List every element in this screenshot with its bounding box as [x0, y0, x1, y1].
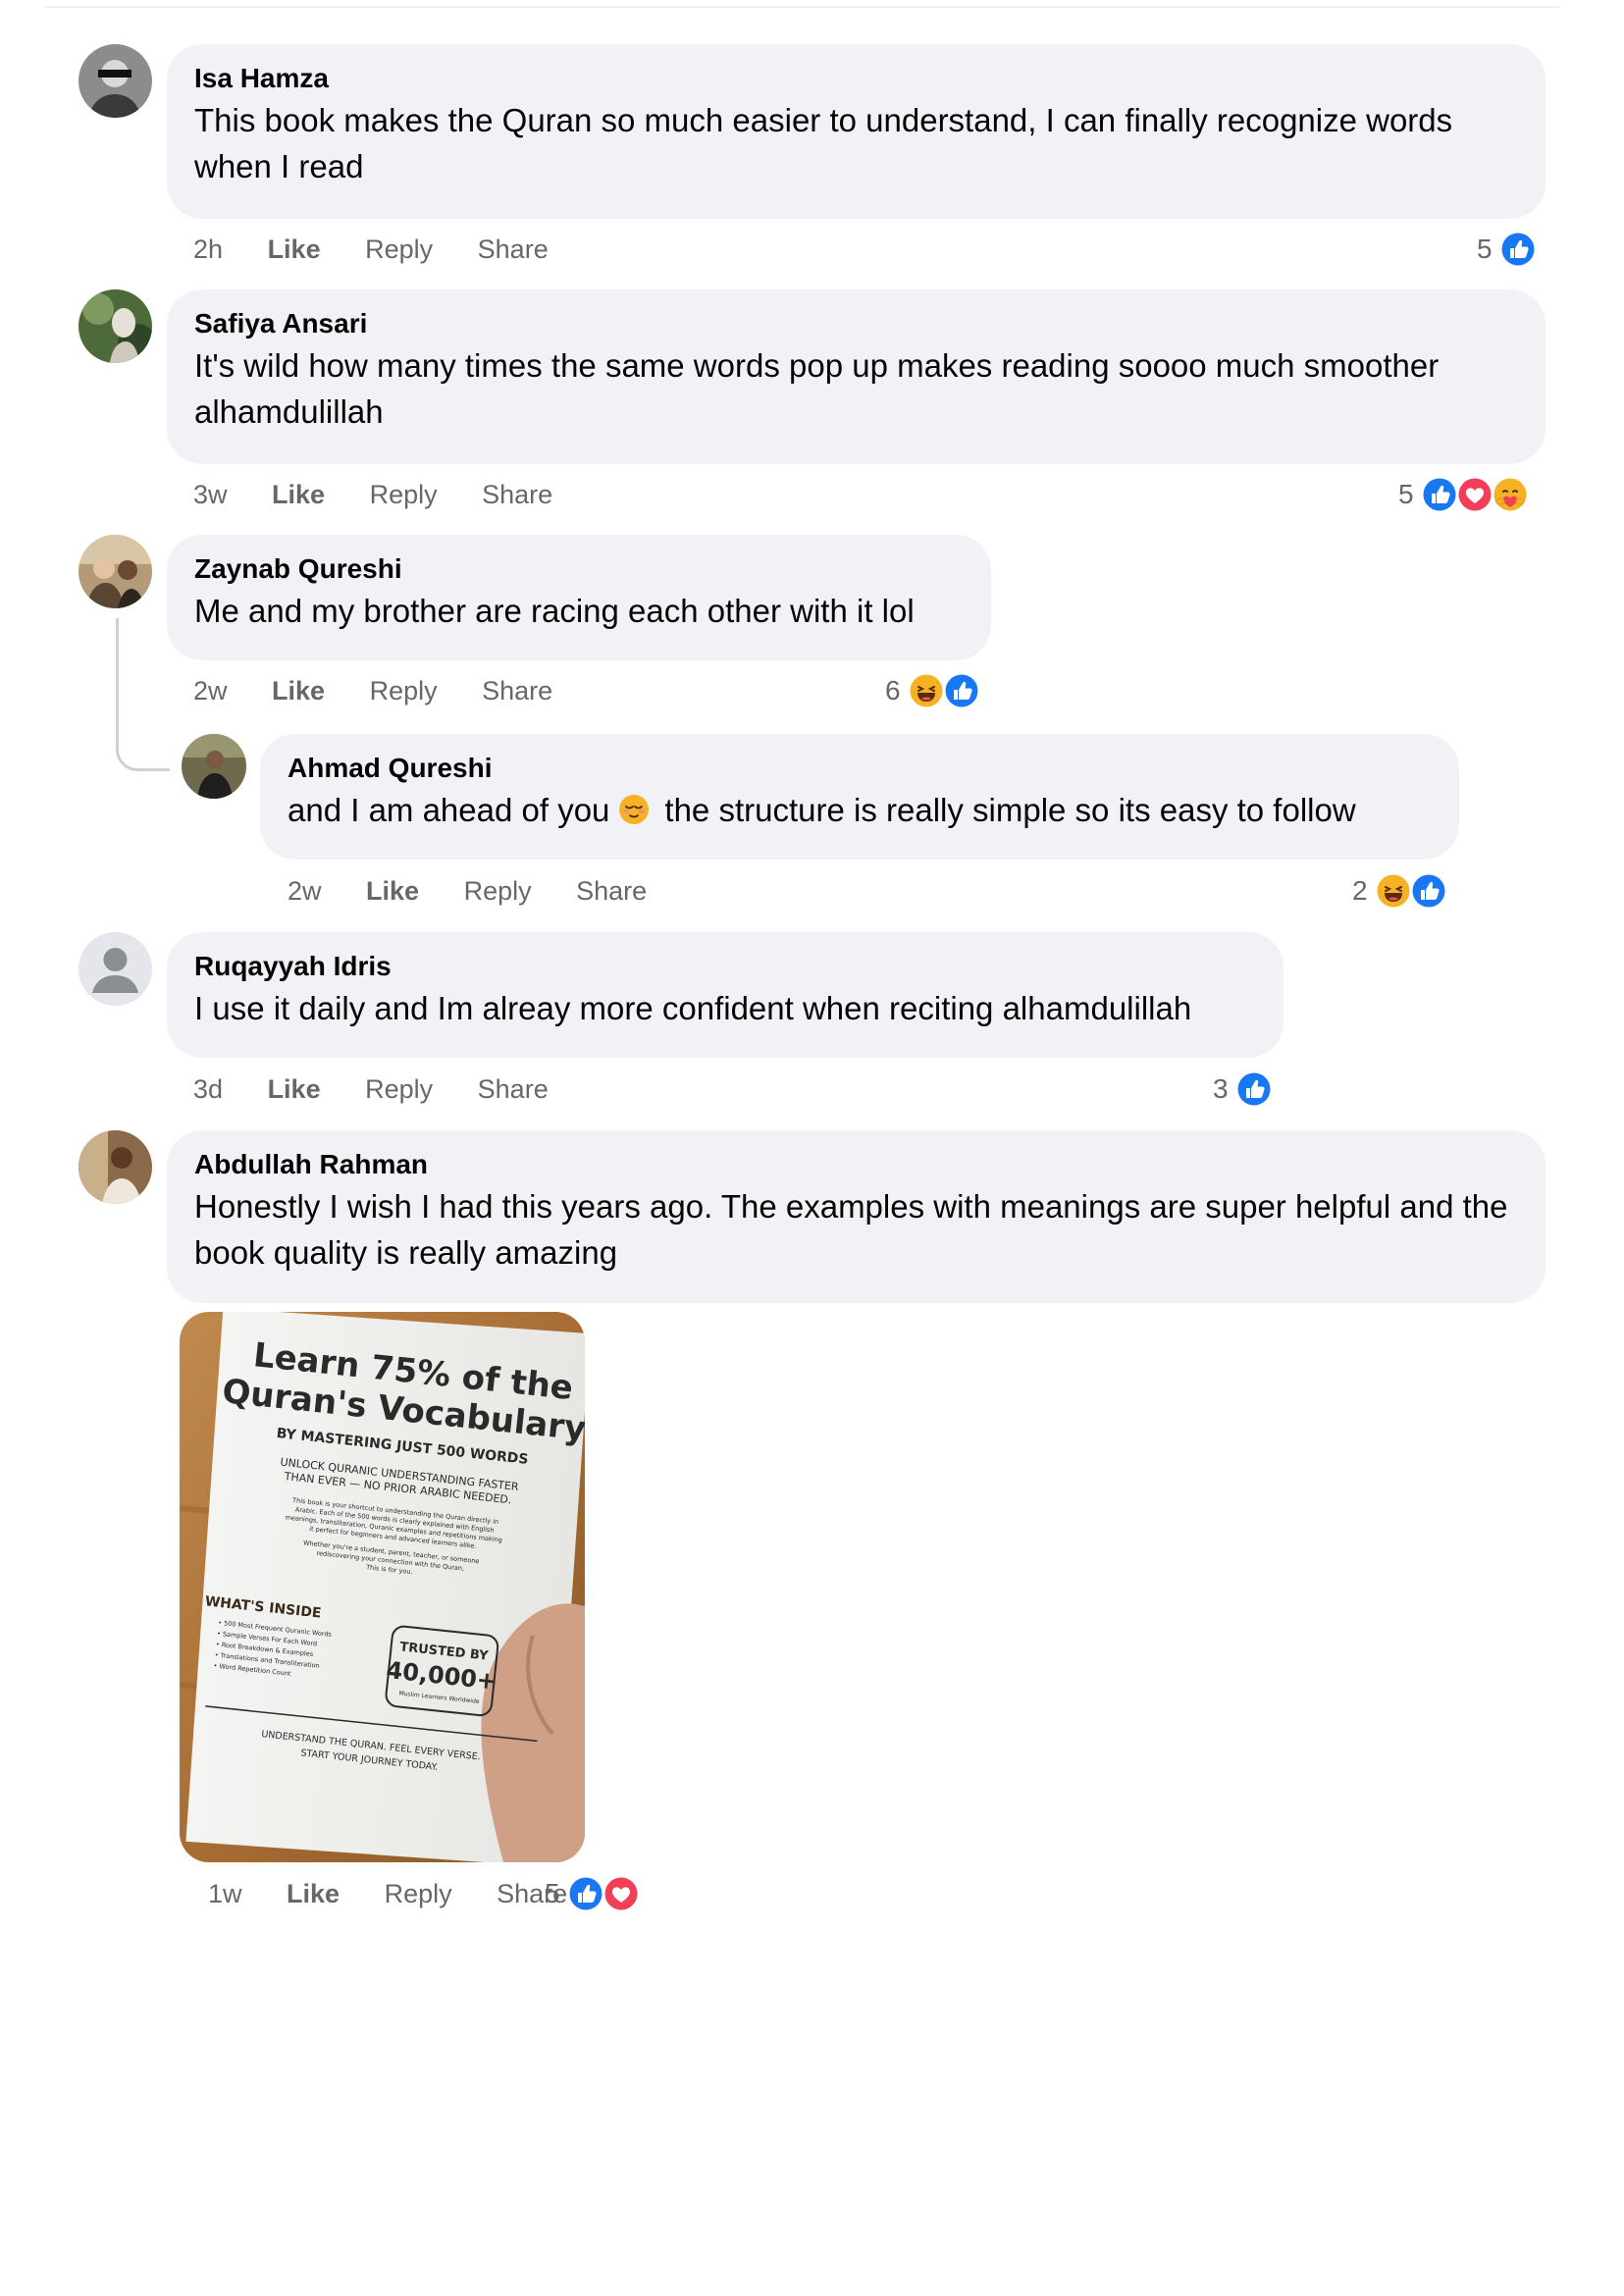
reaction-summary[interactable]: 2: [1352, 871, 1448, 911]
reaction-count: 5: [545, 1878, 560, 1908]
reply-text-part-2: the structure is really simple so its ea…: [664, 792, 1356, 828]
reply-button[interactable]: Reply: [370, 480, 438, 509]
reaction-summary[interactable]: 3: [1213, 1070, 1274, 1109]
comment-timestamp[interactable]: 3w: [193, 480, 228, 509]
comment-bubble: Zaynab Qureshi Me and my brother are rac…: [167, 535, 991, 660]
reply-bubble: Ahmad Qureshi and I am ahead of you the …: [260, 734, 1459, 860]
avatar-ruqayyah-idris[interactable]: [79, 932, 152, 1006]
love-reaction-icon: [1455, 475, 1494, 514]
comment-text: Me and my brother are racing each other …: [194, 593, 915, 629]
like-button[interactable]: Like: [272, 480, 325, 509]
reply-thread-line: [116, 618, 170, 771]
comment-bubble: Abdullah Rahman Honestly I wish I had th…: [167, 1130, 1545, 1303]
avatar-zaynab-qureshi[interactable]: [79, 535, 152, 608]
share-button[interactable]: Share: [478, 1074, 549, 1104]
like-button[interactable]: Like: [287, 1879, 340, 1908]
care-reaction-icon: [1491, 475, 1530, 514]
comment-timestamp[interactable]: 3d: [193, 1074, 223, 1104]
comment-text: I use it daily and Im alreay more confid…: [194, 990, 1192, 1026]
share-button[interactable]: Share: [478, 235, 549, 264]
like-button[interactable]: Like: [268, 235, 321, 264]
love-reaction-icon: [602, 1874, 641, 1913]
reply-button[interactable]: Reply: [365, 1074, 433, 1104]
avatar-safiya-ansari[interactable]: [79, 289, 152, 363]
like-button[interactable]: Like: [272, 676, 325, 705]
haha-reaction-icon: [907, 671, 946, 710]
share-button[interactable]: Share: [482, 480, 552, 509]
avatar-abdullah-rahman[interactable]: [79, 1130, 152, 1204]
comment-actions: 3d Like Reply Share: [193, 1073, 586, 1105]
like-reaction-icon: [1498, 230, 1538, 269]
comment-text: and I am ahead of you the structure is r…: [288, 787, 1432, 833]
reaction-summary[interactable]: 5: [1477, 230, 1538, 269]
comment-bubble: Safiya Ansari It's wild how many times t…: [167, 289, 1545, 464]
comment-timestamp[interactable]: 2w: [193, 676, 228, 705]
avatar-image: [79, 44, 152, 118]
reaction-summary[interactable]: 5: [545, 1874, 641, 1913]
comment-author[interactable]: Zaynab Qureshi: [194, 552, 964, 586]
reaction-count: 5: [1398, 479, 1414, 509]
comment-author[interactable]: Isa Hamza: [194, 62, 1518, 95]
avatar-isa-hamza[interactable]: [79, 44, 152, 118]
like-reaction-icon: [566, 1874, 605, 1913]
like-reaction-icon: [1409, 871, 1448, 911]
comment-author[interactable]: Ruqayyah Idris: [194, 950, 1256, 983]
relieved-face-emoji-icon: [619, 795, 650, 824]
like-button[interactable]: Like: [268, 1074, 321, 1104]
reaction-summary[interactable]: 6: [885, 671, 981, 710]
top-divider: [44, 6, 1560, 8]
avatar-ahmad-qureshi[interactable]: [182, 734, 246, 799]
haha-reaction-icon: [1374, 871, 1413, 911]
comment-photo-book[interactable]: Learn 75% of the Quran's Vocabulary BY M…: [180, 1312, 585, 1862]
like-button[interactable]: Like: [366, 876, 419, 906]
reaction-count: 2: [1352, 875, 1368, 906]
like-reaction-icon: [1420, 475, 1459, 514]
comment-actions: 3w Like Reply Share: [193, 479, 590, 510]
avatar-image: [79, 1130, 152, 1204]
reply-button[interactable]: Reply: [385, 1879, 452, 1908]
like-reaction-icon: [1234, 1070, 1274, 1109]
reply-button[interactable]: Reply: [464, 876, 532, 906]
reaction-summary[interactable]: 5: [1398, 475, 1530, 514]
avatar-image: [79, 289, 152, 363]
comment-author[interactable]: Abdullah Rahman: [194, 1148, 1518, 1181]
reaction-count: 6: [885, 675, 901, 705]
comment-actions: 2w Like Reply Share: [193, 675, 590, 706]
reaction-count: 5: [1477, 234, 1493, 264]
comment-author[interactable]: Ahmad Qureshi: [288, 752, 1432, 785]
comment-timestamp[interactable]: 2w: [288, 876, 322, 906]
book-cover-image: Learn 75% of the Quran's Vocabulary BY M…: [180, 1312, 585, 1862]
reply-button[interactable]: Reply: [370, 676, 438, 705]
reply-button[interactable]: Reply: [365, 235, 433, 264]
comment-bubble: Isa Hamza This book makes the Quran so m…: [167, 44, 1545, 219]
avatar-image: [79, 535, 152, 608]
default-avatar-icon: [79, 932, 152, 1006]
share-button[interactable]: Share: [576, 876, 647, 906]
comment-timestamp[interactable]: 2h: [193, 235, 223, 264]
share-button[interactable]: Share: [482, 676, 552, 705]
comment-bubble: Ruqayyah Idris I use it daily and Im alr…: [167, 932, 1283, 1058]
comment-text: This book makes the Quran so much easier…: [194, 102, 1453, 184]
avatar-image: [182, 734, 246, 799]
like-reaction-icon: [942, 671, 981, 710]
comment-timestamp[interactable]: 1w: [208, 1879, 242, 1908]
comment-actions: 2h Like Reply Share: [193, 234, 586, 265]
reaction-count: 3: [1213, 1073, 1229, 1104]
comment-text: It's wild how many times the same words …: [194, 347, 1440, 430]
comment-text: Honestly I wish I had this years ago. Th…: [194, 1188, 1508, 1271]
reply-text-part-1: and I am ahead of you: [288, 792, 610, 828]
comment-actions: 2w Like Reply Share: [288, 875, 684, 907]
comment-author[interactable]: Safiya Ansari: [194, 307, 1518, 340]
